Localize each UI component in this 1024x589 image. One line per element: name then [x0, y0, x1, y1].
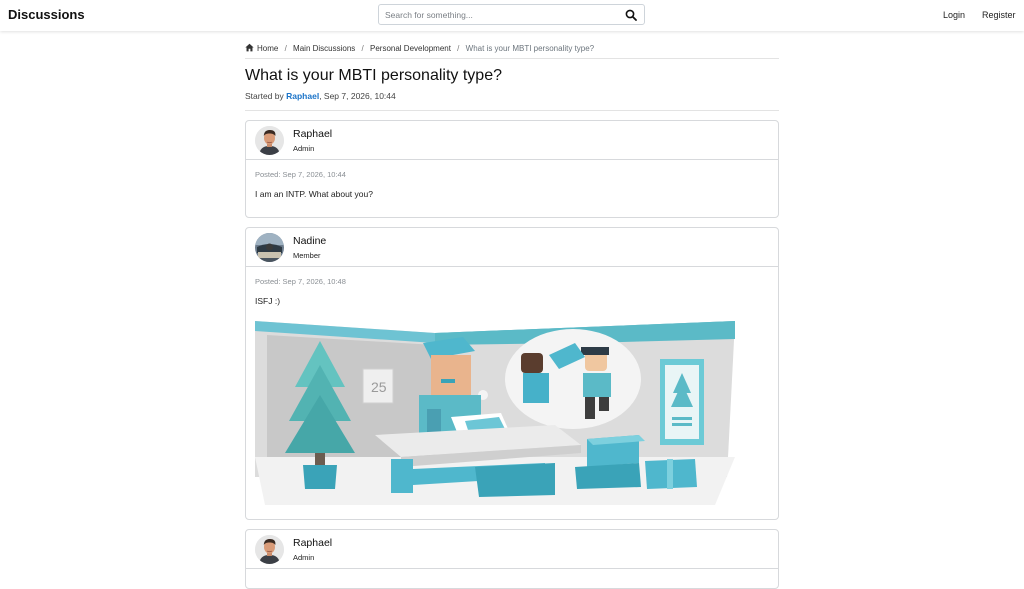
post-username[interactable]: Raphael — [293, 537, 332, 549]
breadcrumb-personal-development[interactable]: Personal Development — [370, 44, 451, 53]
register-link[interactable]: Register — [982, 10, 1016, 20]
post-timestamp: Posted: Sep 7, 2026, 10:48 — [255, 277, 346, 286]
post-timestamp: Posted: Sep 7, 2026, 10:44 — [255, 170, 346, 179]
search-box[interactable] — [378, 4, 645, 25]
started-by-label: Started by — [245, 91, 287, 101]
thread-author-link[interactable]: Raphael — [286, 91, 319, 101]
breadcrumb: Home / Main Discussions / Personal Devel… — [245, 43, 779, 59]
post-header: Raphael Admin — [246, 121, 778, 160]
site-brand[interactable]: Discussions — [8, 7, 85, 22]
post-card: Raphael Admin — [245, 529, 779, 589]
post-text: ISFJ :) — [255, 296, 281, 306]
breadcrumb-separator: / — [284, 44, 287, 53]
user-avatar-icon — [255, 535, 284, 564]
post-card: Nadine Member Posted: Sep 7, 2026, 10:48… — [245, 227, 779, 520]
post-card: Raphael Admin Posted: Sep 7, 2026, 10:44… — [245, 120, 779, 218]
calendar-number: 25 — [371, 379, 387, 395]
post-user-role: Admin — [293, 553, 315, 562]
post-user-role: Member — [293, 251, 321, 260]
user-avatar-icon — [255, 126, 284, 155]
breadcrumb-home-label: Home — [257, 44, 279, 53]
breadcrumb-separator: / — [457, 44, 460, 53]
breadcrumb-separator: / — [361, 44, 364, 53]
post-header: Nadine Member — [246, 228, 778, 267]
thread-date: , Sep 7, 2026, 10:44 — [319, 91, 396, 101]
breadcrumb-home[interactable]: Home — [245, 43, 278, 53]
top-navbar: Discussions Login Register — [0, 0, 1024, 31]
avatar[interactable] — [255, 126, 284, 155]
post-username[interactable]: Nadine — [293, 235, 326, 247]
home-icon — [245, 43, 254, 52]
login-link[interactable]: Login — [943, 10, 965, 20]
user-avatar-icon — [255, 233, 284, 262]
breadcrumb-current: What is your MBTI personality type? — [465, 44, 595, 53]
post-illustration-image: 25 — [255, 321, 735, 505]
thread-title: What is your MBTI personality type? — [245, 67, 502, 84]
breadcrumb-main-discussions[interactable]: Main Discussions — [293, 44, 355, 53]
thread-meta: Started by Raphael, Sep 7, 2026, 10:44 — [245, 91, 396, 101]
search-input[interactable] — [385, 8, 615, 21]
avatar[interactable] — [255, 233, 284, 262]
divider — [245, 110, 779, 111]
post-text: I am an INTP. What about you? — [255, 189, 373, 199]
post-username[interactable]: Raphael — [293, 128, 332, 140]
avatar[interactable] — [255, 535, 284, 564]
post-header: Raphael Admin — [246, 530, 778, 569]
search-icon[interactable] — [625, 9, 637, 21]
post-user-role: Admin — [293, 144, 315, 153]
divider — [245, 58, 779, 59]
